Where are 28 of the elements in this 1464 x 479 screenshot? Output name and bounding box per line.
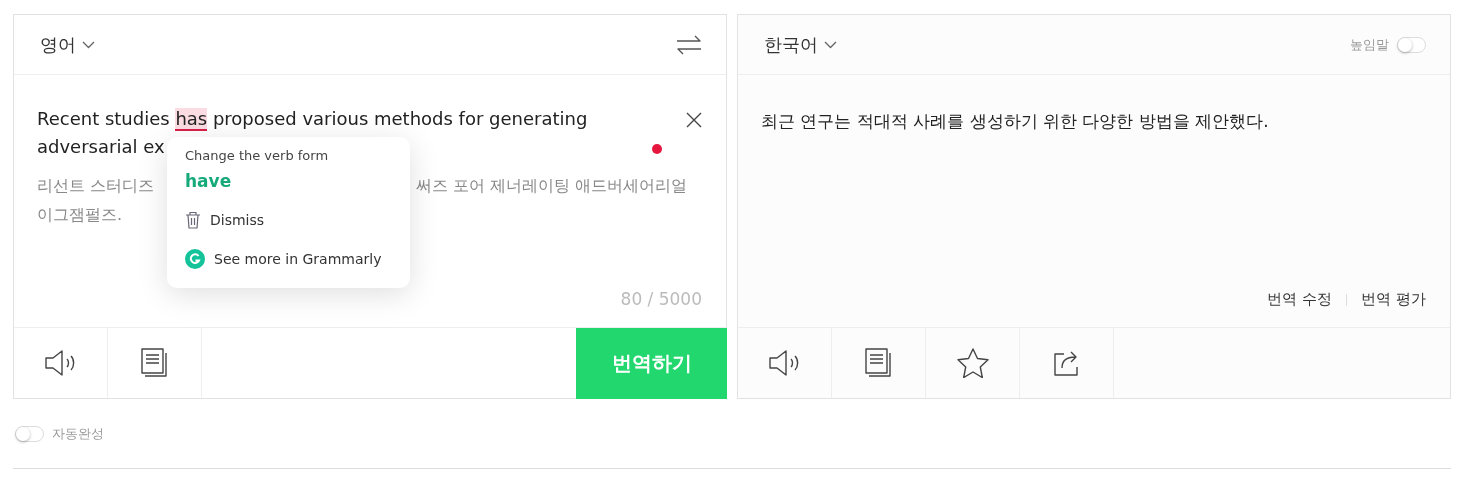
- dismiss-button[interactable]: Dismiss: [185, 211, 265, 229]
- source-language-select[interactable]: 영어: [40, 32, 95, 57]
- autocomplete-toggle[interactable]: [15, 426, 44, 442]
- share-icon: [1052, 349, 1081, 377]
- copy-icon: [140, 348, 169, 378]
- grammarly-indicator[interactable]: [652, 144, 662, 154]
- speaker-icon: [44, 350, 77, 376]
- grammarly-link[interactable]: See more in Grammarly: [185, 249, 382, 269]
- honorific-toggle[interactable]: [1397, 36, 1426, 53]
- character-count: 80 / 5000: [620, 289, 702, 309]
- translation-link[interactable]: 번역 평가: [1361, 290, 1426, 309]
- pronunciation-text: 써즈 포어 제너레이팅 애드버세어리얼: [415, 175, 687, 197]
- pronunciation-text: 리선트 스터디즈: [37, 175, 155, 197]
- star-icon: [956, 348, 989, 378]
- pronunciation-text: 이그잼펄즈.: [37, 205, 123, 224]
- translation-link[interactable]: 번역 수정: [1267, 290, 1333, 309]
- autocomplete-label: 자동완성: [52, 425, 104, 443]
- translation-text: 최근 연구는 적대적 사례를 생성하기 위한 다양한 방법을 제안했다.: [761, 110, 1270, 133]
- speaker-icon: [768, 350, 801, 376]
- swap-icon[interactable]: [676, 34, 702, 55]
- grammarly-icon: [185, 249, 205, 269]
- chevron-down-icon: [824, 40, 837, 49]
- chevron-down-icon: [82, 40, 95, 49]
- target-language-select[interactable]: 한국어: [764, 32, 837, 57]
- trash-icon: [185, 211, 201, 229]
- copy-icon: [864, 348, 893, 378]
- honorific-label: 높임말: [1350, 35, 1389, 54]
- suggestion-title: Change the verb form: [185, 148, 330, 163]
